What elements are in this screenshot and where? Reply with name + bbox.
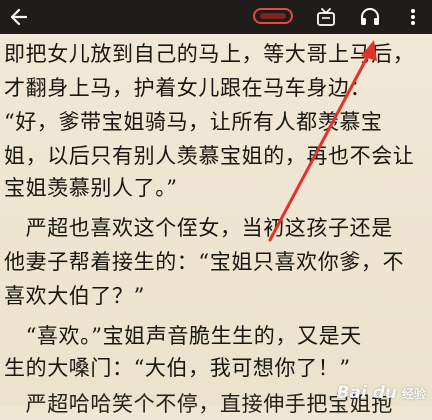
back-button[interactable] — [2, 0, 36, 34]
reader-toolbar — [0, 0, 432, 34]
tv-icon — [315, 7, 337, 27]
text-line: 姐，以后只有别人羡慕宝姐的，再也不会让 — [4, 144, 415, 168]
text-line: “喜欢。”宝姐声音脆生生的，又是天 — [4, 324, 362, 348]
back-arrow-icon — [9, 7, 29, 27]
more-button[interactable] — [396, 0, 430, 34]
watermark: Bai du 经验 — [337, 381, 426, 405]
text-line: 喜欢大伯了？” — [4, 284, 145, 308]
reader-page[interactable]: 即把女儿放到自己的马上，等大哥上马后， 才翻身上马，护着女儿跟在马车身边： “好… — [0, 0, 432, 416]
listen-button[interactable] — [353, 0, 387, 34]
headphones-icon — [359, 6, 381, 28]
text-line: “好，爹带宝姐骑马，让所有人都羡慕宝 — [4, 110, 383, 134]
text-line: 才翻身上马，护着女儿跟在马车身边： — [4, 76, 372, 100]
pill-inner — [260, 13, 286, 19]
text-line: 宝姐羡慕别人了。” — [4, 176, 178, 200]
text-line: 他妻子帮着接生的：“宝姐只喜欢你爹，不 — [4, 250, 405, 274]
watermark-sub: 经验 — [401, 386, 426, 401]
highlight-pill[interactable] — [253, 8, 293, 24]
text-line: 生的大嗓门：“大伯，我可想你了！” — [4, 356, 351, 380]
text-line: 即把女儿放到自己的马上，等大哥上马后， — [4, 42, 415, 66]
text-line: 严超也喜欢这个侄女，当初这孩子还是 — [4, 216, 393, 240]
baidu-logo: Bai du — [336, 383, 397, 403]
tv-button[interactable] — [309, 0, 343, 34]
more-vertical-icon — [410, 7, 416, 27]
